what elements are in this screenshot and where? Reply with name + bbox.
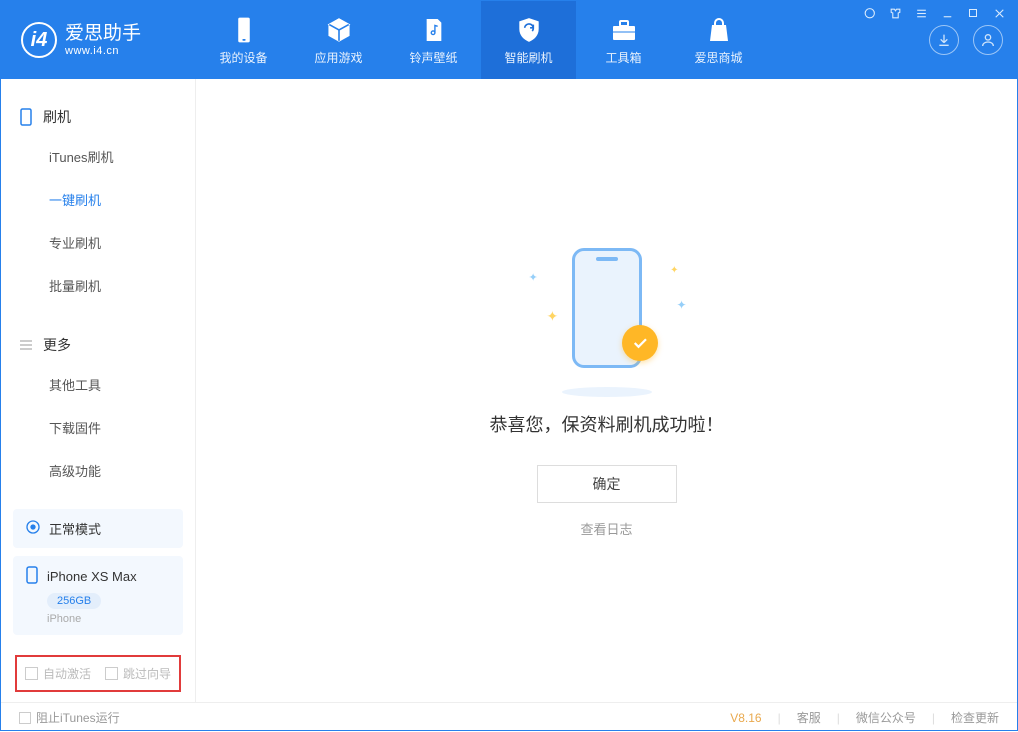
sidebar-section-title: 更多 [43, 335, 71, 355]
close-icon[interactable] [991, 5, 1007, 21]
toolbox-icon [611, 15, 637, 45]
skin-icon[interactable] [887, 5, 903, 21]
sidebar-item-advanced[interactable]: 高级功能 [1, 449, 195, 492]
device-mode[interactable]: 正常模式 [13, 509, 183, 548]
footer-link-wechat[interactable]: 微信公众号 [856, 709, 916, 726]
main-content: ✦ ✦ ✦ ✦ 恭喜您，保资料刷机成功啦！ 确定 查看日志 [196, 79, 1017, 702]
window-controls [861, 5, 1007, 21]
mode-icon [25, 519, 41, 538]
sidebar-item-pro[interactable]: 专业刷机 [1, 221, 195, 264]
nav-flash[interactable]: 智能刷机 [481, 1, 576, 79]
footer: 阻止iTunes运行 V8.16 | 客服 | 微信公众号 | 检查更新 [1, 702, 1017, 732]
nav-label: 工具箱 [605, 49, 641, 66]
nav: 我的设备 应用游戏 铃声壁纸 智能刷机 工具箱 爱思商城 [196, 1, 766, 79]
device-type: iPhone [47, 613, 171, 625]
phone-small-icon [25, 566, 39, 587]
feedback-icon[interactable] [861, 5, 877, 21]
nav-label: 铃声壁纸 [409, 49, 457, 66]
sidebar-section-title: 刷机 [43, 107, 71, 127]
nav-store[interactable]: 爱思商城 [671, 1, 766, 79]
footer-link-update[interactable]: 检查更新 [951, 709, 999, 726]
sidebar: 刷机 iTunes刷机 一键刷机 专业刷机 批量刷机 更多 其他工具 下载固件 … [1, 79, 196, 702]
download-button[interactable] [929, 25, 959, 55]
app-url: www.i4.cn [65, 45, 141, 58]
success-text: 恭喜您，保资料刷机成功啦！ [490, 411, 724, 437]
logo-icon: i4 [21, 22, 57, 58]
sidebar-head-flash: 刷机 [1, 99, 195, 135]
nav-my-device[interactable]: 我的设备 [196, 1, 291, 79]
ok-button[interactable]: 确定 [537, 465, 677, 503]
nav-label: 爱思商城 [694, 49, 742, 66]
sidebar-head-more: 更多 [1, 327, 195, 363]
footer-link-support[interactable]: 客服 [797, 709, 821, 726]
minimize-icon[interactable] [939, 5, 955, 21]
menu-icon[interactable] [913, 5, 929, 21]
nav-label: 应用游戏 [314, 49, 362, 66]
success-illustration: ✦ ✦ ✦ ✦ [517, 243, 697, 393]
view-log-link[interactable]: 查看日志 [580, 519, 632, 538]
list-icon [19, 338, 33, 352]
device-card[interactable]: iPhone XS Max 256GB iPhone [13, 556, 183, 635]
sidebar-item-oneclick[interactable]: 一键刷机 [1, 178, 195, 221]
sidebar-item-other[interactable]: 其他工具 [1, 363, 195, 406]
nav-apps[interactable]: 应用游戏 [291, 1, 386, 79]
app-name: 爱思助手 [65, 23, 141, 45]
mode-label: 正常模式 [49, 519, 101, 538]
nav-label: 智能刷机 [504, 49, 552, 66]
phone-icon [234, 15, 254, 45]
block-itunes-checkbox[interactable]: 阻止iTunes运行 [19, 709, 120, 726]
sidebar-item-itunes[interactable]: iTunes刷机 [1, 135, 195, 178]
bag-icon [707, 15, 731, 45]
auto-activate-checkbox[interactable]: 自动激活 [25, 665, 91, 682]
sidebar-item-firmware[interactable]: 下载固件 [1, 406, 195, 449]
nav-toolbox[interactable]: 工具箱 [576, 1, 671, 79]
sidebar-item-batch[interactable]: 批量刷机 [1, 264, 195, 307]
music-file-icon [423, 15, 445, 45]
skip-guide-checkbox[interactable]: 跳过向导 [105, 665, 171, 682]
user-button[interactable] [973, 25, 1003, 55]
device-icon [19, 108, 33, 126]
shield-refresh-icon [516, 15, 542, 45]
nav-label: 我的设备 [219, 49, 267, 66]
nav-ringtone[interactable]: 铃声壁纸 [386, 1, 481, 79]
device-storage: 256GB [47, 593, 101, 609]
check-badge-icon [622, 325, 658, 361]
device-name: iPhone XS Max [47, 569, 137, 584]
options-highlight: 自动激活 跳过向导 [15, 655, 181, 692]
version-label: V8.16 [730, 711, 761, 725]
logo[interactable]: i4 爱思助手 www.i4.cn [1, 22, 196, 58]
maximize-icon[interactable] [965, 5, 981, 21]
cube-icon [326, 15, 352, 45]
